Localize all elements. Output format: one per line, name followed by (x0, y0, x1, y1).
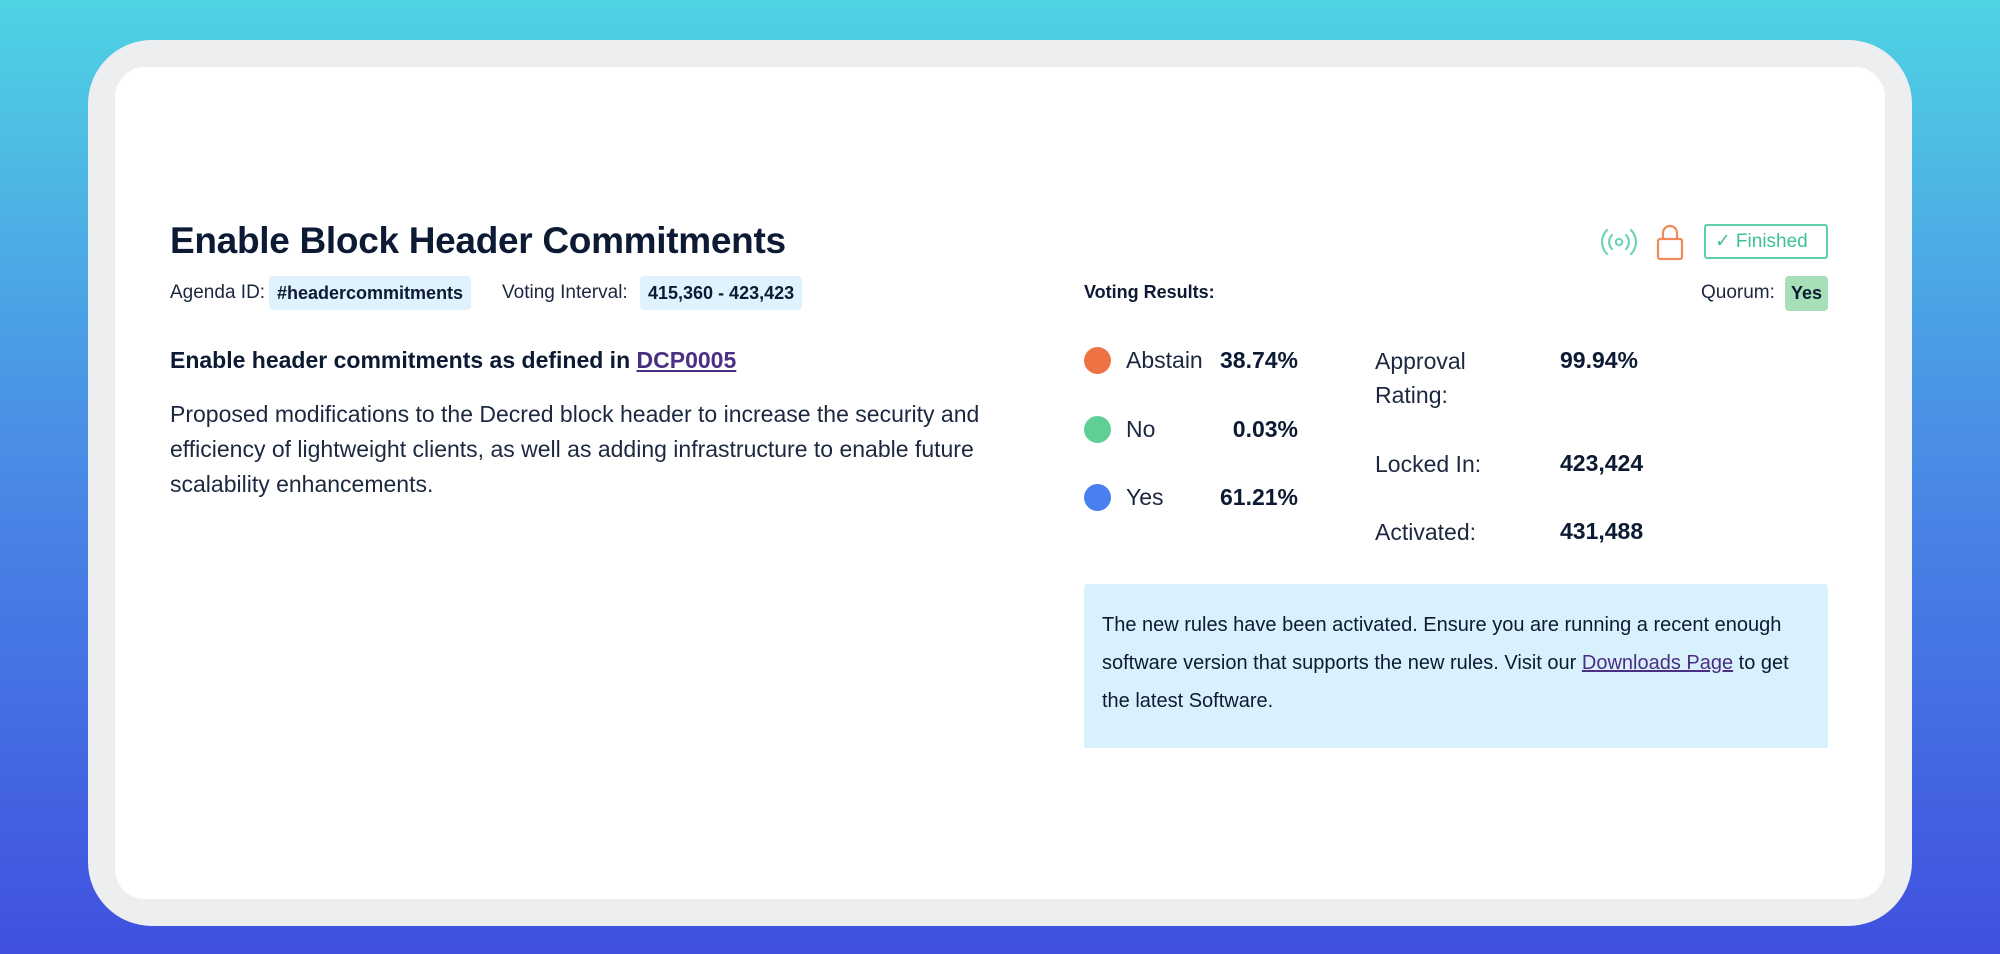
voting-interval-chip: 415,360 - 423,423 (640, 276, 803, 310)
yes-dot (1084, 484, 1111, 511)
vote-pct-yes: 61.21% (1219, 484, 1298, 510)
activated-value: 431,488 (1560, 518, 1644, 544)
agenda-id-chip: #headercommitments (269, 276, 472, 310)
agenda-title: Enable Block Header Commitments (170, 220, 786, 261)
approval-rating-value: 99.94% (1560, 347, 1639, 373)
broadcast-icon (1599, 222, 1639, 267)
finished-badge: ✓ Finished (1704, 224, 1828, 259)
agenda-subtitle: Enable header commitments as defined in … (170, 347, 736, 374)
dcp-link[interactable]: DCP0005 (637, 347, 737, 373)
vote-pct-no: 0.03% (1232, 416, 1298, 442)
voting-results-label: Voting Results: (1084, 282, 1215, 302)
no-dot (1084, 416, 1111, 443)
abstain-dot (1084, 347, 1111, 374)
activated-label: Activated: (1375, 519, 1476, 545)
lock-icon (1654, 222, 1686, 267)
vote-name-no: No (1126, 416, 1156, 442)
voting-interval-label: Voting Interval: (502, 282, 628, 303)
subtitle-text: Enable header commitments as defined in (170, 347, 631, 373)
vote-name-yes: Yes (1126, 484, 1164, 510)
quorum-value: Yes (1785, 276, 1828, 311)
agenda-description: Proposed modifications to the Decred blo… (170, 401, 980, 497)
downloads-page-link[interactable]: Downloads Page (1582, 652, 1733, 674)
agenda-id-label: Agenda ID: (170, 282, 266, 303)
locked-in-label: Locked In: (1375, 451, 1482, 477)
approval-rating-label: Approval Rating: (1375, 348, 1466, 408)
activation-notice: The new rules have been activated. Ensur… (1084, 584, 1828, 748)
finished-label: Finished (1735, 231, 1808, 252)
locked-in-value: 423,424 (1560, 450, 1644, 476)
quorum-label: Quorum: (1701, 282, 1775, 303)
vote-pct-abstain: 38.74% (1219, 347, 1298, 373)
check-icon: ✓ (1715, 231, 1731, 252)
